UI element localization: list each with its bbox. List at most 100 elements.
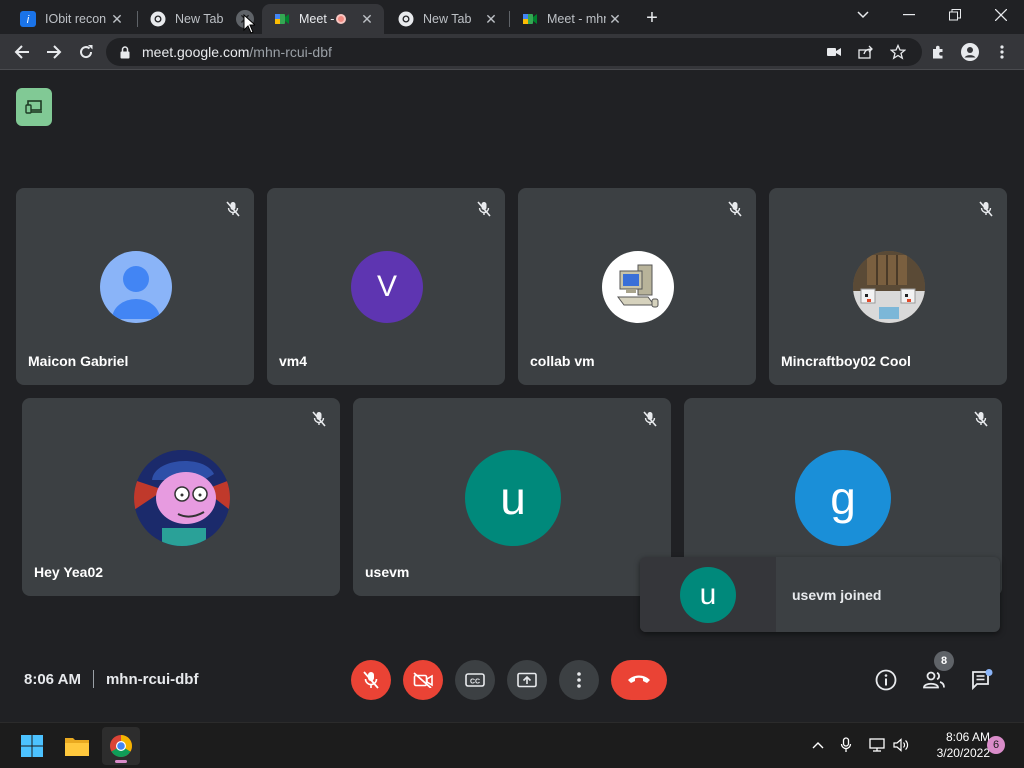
present-icon bbox=[517, 672, 537, 688]
participant-tile[interactable]: Maicon Gabriel bbox=[16, 188, 254, 385]
browser-menu-icon[interactable] bbox=[988, 38, 1016, 66]
folder-icon bbox=[65, 738, 89, 756]
participant-tile[interactable]: Mincraftboy02 Cool bbox=[769, 188, 1007, 385]
participant-tile[interactable]: Hey Yea02 bbox=[22, 398, 340, 596]
devices-icon bbox=[25, 100, 42, 114]
minecraft-picture-avatar bbox=[853, 251, 925, 323]
divider bbox=[92, 670, 94, 688]
volume-tray-icon[interactable] bbox=[892, 735, 912, 755]
camera-in-use-icon[interactable] bbox=[820, 38, 848, 66]
meet-icon bbox=[274, 11, 290, 27]
extensions-icon[interactable] bbox=[924, 38, 952, 66]
mic-muted-icon bbox=[308, 408, 330, 430]
windows-logo-icon bbox=[21, 735, 43, 757]
mic-muted-icon bbox=[639, 408, 661, 430]
more-vert-icon bbox=[577, 672, 581, 688]
new-tab-button[interactable]: + bbox=[640, 6, 664, 30]
people-icon bbox=[923, 671, 945, 689]
taskbar-time: 8:06 AM bbox=[945, 730, 990, 744]
lock-icon[interactable] bbox=[120, 45, 134, 59]
back-button[interactable] bbox=[8, 38, 36, 66]
svg-text:CC: CC bbox=[470, 679, 480, 686]
mic-muted-icon bbox=[222, 198, 244, 220]
computer-picture-avatar bbox=[602, 251, 674, 323]
bookmark-star-icon[interactable] bbox=[884, 38, 912, 66]
meeting-time: 8:06 AM bbox=[24, 670, 81, 688]
url-path: /mhn-rcui-dbf bbox=[249, 44, 332, 60]
more-options-button[interactable] bbox=[559, 660, 599, 700]
chat-icon bbox=[972, 669, 993, 691]
mic-muted-icon bbox=[970, 408, 992, 430]
taskbar-clock[interactable]: 8:06 AM 3/20/2022 bbox=[918, 729, 990, 761]
tab-meet-2[interactable]: Meet - mhr ✕ bbox=[510, 4, 632, 34]
participant-tile[interactable]: collab vm bbox=[518, 188, 756, 385]
mic-muted-icon bbox=[975, 198, 997, 220]
close-tab-icon[interactable]: ✕ bbox=[482, 10, 500, 28]
reload-button[interactable] bbox=[72, 38, 100, 66]
present-screen-button[interactable] bbox=[507, 660, 547, 700]
browser-tab-strip: i IObit recon ✕ New Tab ✕ Meet - ✕ New T… bbox=[0, 0, 1024, 34]
minimize-button[interactable] bbox=[886, 0, 932, 30]
meet-icon bbox=[522, 11, 538, 27]
chrome-icon bbox=[398, 11, 414, 27]
meeting-details: 8:06 AM mhn-rcui-dbf bbox=[24, 670, 198, 688]
initial-avatar: u bbox=[465, 450, 561, 546]
info-icon bbox=[875, 669, 897, 691]
companion-mode-button[interactable] bbox=[16, 88, 52, 126]
chrome-taskbar-button[interactable] bbox=[102, 727, 140, 765]
network-tray-icon[interactable] bbox=[868, 735, 888, 755]
microphone-toggle-button[interactable] bbox=[351, 660, 391, 700]
file-explorer-button[interactable] bbox=[58, 727, 96, 765]
show-hidden-icons-button[interactable] bbox=[808, 735, 828, 755]
participant-name: Mincraftboy02 Cool bbox=[781, 353, 911, 369]
tab-meet-active[interactable]: Meet - ✕ bbox=[262, 4, 384, 34]
initial-avatar: V bbox=[351, 251, 423, 323]
close-tab-icon[interactable]: ✕ bbox=[108, 10, 126, 28]
participant-name: usevm bbox=[365, 564, 410, 580]
chrome-icon bbox=[150, 11, 166, 27]
taskbar-date: 3/20/2022 bbox=[936, 746, 990, 760]
network-icon bbox=[869, 738, 885, 752]
recording-indicator-icon bbox=[336, 14, 346, 24]
mic-muted-icon bbox=[724, 198, 746, 220]
hang-up-icon bbox=[628, 675, 650, 683]
leave-call-button[interactable] bbox=[611, 660, 667, 700]
address-bar[interactable]: meet.google.com/mhn-rcui-dbf bbox=[106, 38, 922, 66]
close-window-button[interactable] bbox=[978, 0, 1024, 30]
close-tab-icon[interactable]: ✕ bbox=[358, 10, 376, 28]
camera-off-icon bbox=[413, 672, 433, 688]
participant-name: vm4 bbox=[279, 353, 308, 369]
speaker-icon bbox=[893, 738, 909, 752]
microphone-tray-icon[interactable] bbox=[836, 735, 856, 755]
tab-iobit[interactable]: i IObit recon ✕ bbox=[8, 4, 134, 34]
meeting-details-button[interactable] bbox=[868, 662, 904, 698]
captions-button[interactable]: CC bbox=[455, 660, 495, 700]
mic-muted-icon bbox=[473, 198, 495, 220]
camera-toggle-button[interactable] bbox=[403, 660, 443, 700]
tab-search-icon[interactable] bbox=[840, 0, 886, 30]
windows-taskbar: 8:06 AM 3/20/2022 6 bbox=[0, 722, 1024, 768]
share-icon[interactable] bbox=[852, 38, 880, 66]
tab-new-tab-2[interactable]: New Tab ✕ bbox=[386, 4, 508, 34]
browser-toolbar: meet.google.com/mhn-rcui-dbf bbox=[0, 34, 1024, 70]
windows-start-button[interactable] bbox=[13, 727, 51, 765]
mic-off-icon bbox=[363, 671, 379, 689]
toast-message: usevm joined bbox=[792, 586, 882, 603]
meeting-controls-bar: 8:06 AM mhn-rcui-dbf CC 8 bbox=[0, 650, 1024, 710]
meet-page: Maicon Gabriel V vm4 collab vm Mincraftb… bbox=[0, 70, 1024, 722]
participant-tile[interactable]: u usevm bbox=[353, 398, 671, 596]
participant-tile[interactable]: V vm4 bbox=[267, 188, 505, 385]
restore-button[interactable] bbox=[932, 0, 978, 30]
chat-button[interactable] bbox=[964, 662, 1000, 698]
participant-name: Maicon Gabriel bbox=[28, 353, 129, 369]
meeting-code: mhn-rcui-dbf bbox=[105, 670, 199, 688]
chrome-icon bbox=[110, 735, 132, 757]
people-count-badge: 8 bbox=[934, 651, 954, 671]
profile-icon[interactable] bbox=[956, 38, 984, 66]
participant-name: Hey Yea02 bbox=[34, 564, 104, 580]
participant-name: collab vm bbox=[530, 353, 595, 369]
forward-button[interactable] bbox=[40, 38, 68, 66]
default-person-avatar bbox=[100, 251, 172, 323]
close-tab-icon[interactable]: ✕ bbox=[606, 10, 624, 28]
notification-badge[interactable]: 6 bbox=[987, 736, 1005, 754]
